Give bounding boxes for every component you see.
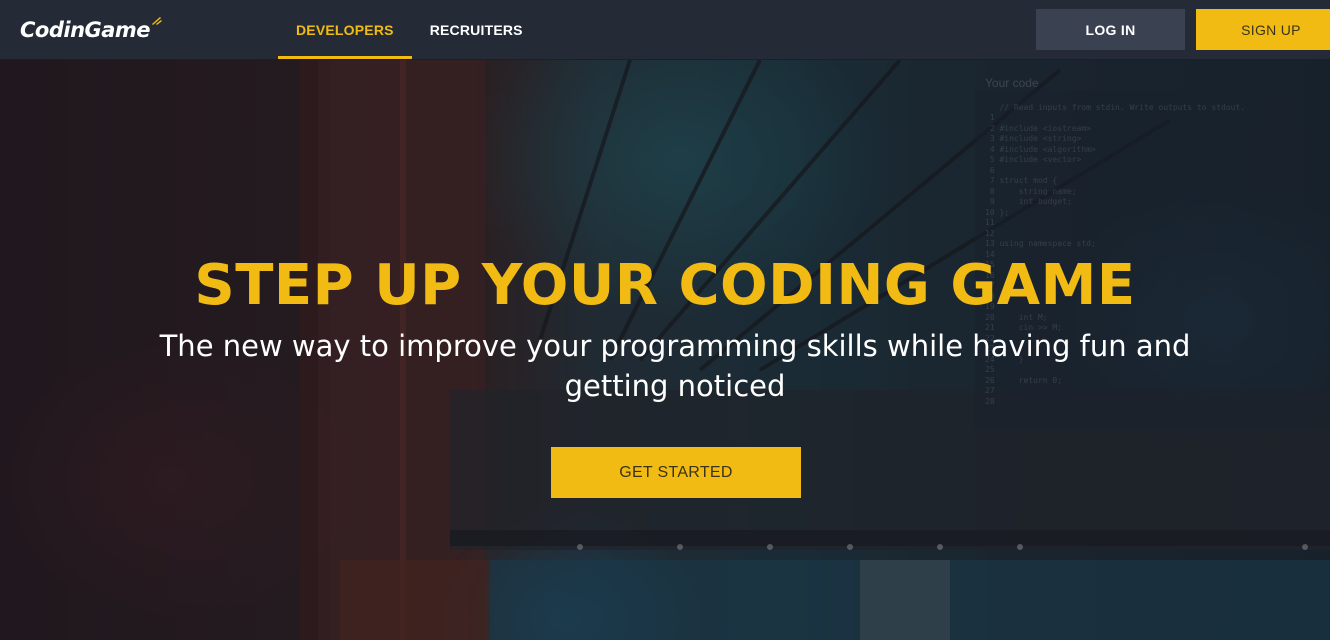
hero-subtitle: The new way to improve your programming …: [159, 329, 1191, 403]
hero-title: STEP UP YOUR CODING GAME: [194, 253, 1136, 318]
get-started-button[interactable]: GET STARTED: [551, 447, 801, 498]
logo-text: CodinGame: [20, 18, 151, 42]
main-nav: DEVELOPERS RECRUITERS: [278, 0, 541, 59]
logo-spark-icon: [152, 17, 163, 25]
top-navigation-bar: CodinGame DEVELOPERS RECRUITERS LOG IN S…: [0, 0, 1330, 60]
sign-up-button[interactable]: SIGN UP: [1196, 9, 1330, 50]
tab-recruiters[interactable]: RECRUITERS: [412, 0, 541, 59]
tab-developers[interactable]: DEVELOPERS: [278, 0, 412, 59]
log-in-button[interactable]: LOG IN: [1036, 9, 1185, 50]
hero-section: Your code // Read inputs from stdin. Wri…: [0, 60, 1330, 640]
codingame-logo[interactable]: CodinGame: [20, 16, 163, 44]
